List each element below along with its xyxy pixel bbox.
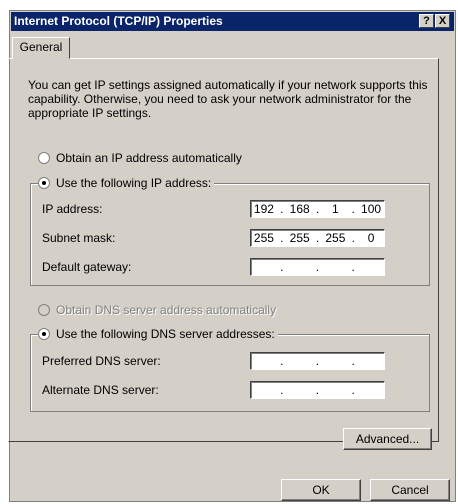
octet-separator: . bbox=[315, 202, 320, 216]
preferred-dns-field[interactable]: . . . bbox=[250, 352, 385, 370]
subnet-mask-label: Subnet mask: bbox=[42, 231, 116, 245]
help-button[interactable]: ? bbox=[419, 14, 434, 28]
alternate-dns-label: Alternate DNS server: bbox=[42, 383, 159, 397]
octet-separator: . bbox=[315, 260, 320, 274]
octet: 0 bbox=[367, 231, 375, 245]
octet-separator: . bbox=[351, 260, 355, 274]
octet: 255 bbox=[253, 231, 274, 245]
octet-separator: . bbox=[280, 231, 284, 245]
subnet-mask-field[interactable]: 255. 255. 255. 0 bbox=[250, 229, 385, 247]
octet-separator: . bbox=[351, 383, 355, 397]
octet: 192 bbox=[253, 202, 274, 216]
octet: 255 bbox=[289, 231, 310, 245]
octet-separator: . bbox=[351, 202, 355, 216]
radio-use-following-dns[interactable]: Use the following DNS server addresses: bbox=[38, 327, 278, 341]
alternate-dns-field[interactable]: . . . bbox=[250, 381, 385, 399]
ip-address-label: IP address: bbox=[42, 202, 103, 216]
octet: 168 bbox=[289, 202, 310, 216]
radio-label: Use the following IP address: bbox=[56, 176, 212, 190]
close-button[interactable]: X bbox=[435, 14, 450, 28]
cancel-button[interactable]: Cancel bbox=[370, 479, 450, 501]
radio-label: Obtain DNS server address automatically bbox=[56, 303, 277, 317]
radio-button[interactable] bbox=[38, 152, 50, 164]
octet-separator: . bbox=[351, 231, 355, 245]
octet-separator: . bbox=[315, 354, 320, 368]
tab-general[interactable]: General bbox=[12, 37, 70, 59]
octet: 1 bbox=[332, 202, 339, 216]
intro-text: You can get IP settings assigned automat… bbox=[28, 78, 428, 120]
dns-groupbox bbox=[30, 334, 430, 412]
title-bar[interactable]: Internet Protocol (TCP/IP) Properties ? … bbox=[11, 12, 454, 31]
default-gateway-label: Default gateway: bbox=[42, 260, 132, 274]
octet-separator: . bbox=[280, 383, 284, 397]
radio-button bbox=[38, 304, 50, 316]
octet-separator: . bbox=[315, 383, 320, 397]
radio-obtain-ip-auto[interactable]: Obtain an IP address automatically bbox=[38, 151, 245, 165]
octet: 255 bbox=[325, 231, 346, 245]
octet: 100 bbox=[361, 202, 382, 216]
ip-address-field[interactable]: 192. 168. 1. 100 bbox=[250, 200, 385, 218]
octet-separator: . bbox=[280, 260, 284, 274]
radio-label: Obtain an IP address automatically bbox=[56, 151, 242, 165]
radio-button[interactable] bbox=[38, 328, 50, 340]
ok-button[interactable]: OK bbox=[281, 479, 361, 501]
radio-label: Use the following DNS server addresses: bbox=[56, 327, 275, 341]
default-gateway-field[interactable]: . . . bbox=[250, 258, 385, 276]
radio-obtain-dns-auto: Obtain DNS server address automatically bbox=[38, 303, 280, 317]
octet-separator: . bbox=[315, 231, 320, 245]
octet-separator: . bbox=[351, 354, 355, 368]
radio-use-following-ip[interactable]: Use the following IP address: bbox=[38, 176, 215, 190]
advanced-button[interactable]: Advanced... bbox=[343, 428, 432, 450]
radio-button[interactable] bbox=[38, 177, 50, 189]
preferred-dns-label: Preferred DNS server: bbox=[42, 354, 161, 368]
octet-separator: . bbox=[280, 202, 284, 216]
octet-separator: . bbox=[280, 354, 284, 368]
window-title: Internet Protocol (TCP/IP) Properties bbox=[14, 14, 223, 28]
